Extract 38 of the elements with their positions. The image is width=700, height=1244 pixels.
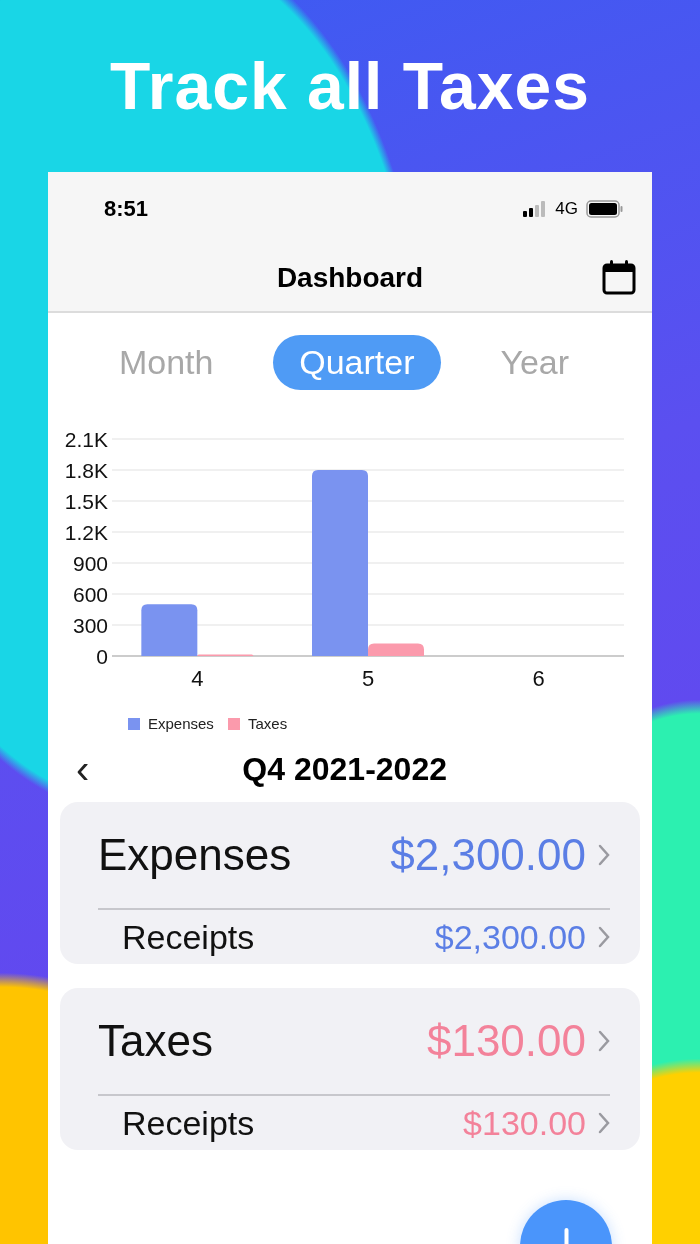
period-label: Q4 2021-2022: [241, 750, 448, 788]
axis-label: 4: [191, 666, 204, 691]
chevron-icon: [598, 925, 610, 949]
card-title: Expenses: [98, 830, 292, 880]
card-title: Taxes: [98, 1016, 213, 1066]
row-amount[interactable]: $2,300.00: [434, 917, 586, 957]
total-amount[interactable]: $2,300.00: [390, 830, 586, 880]
chevron-icon: [598, 1111, 610, 1135]
legend-label: Taxes: [248, 715, 288, 732]
legend-label: Expenses: [148, 715, 214, 732]
axis-label: 1.2K: [64, 521, 108, 544]
segment-tab[interactable]: Month: [92, 335, 240, 390]
network-label: 4G: [555, 198, 578, 219]
axis-label: 600: [72, 583, 108, 606]
axis-label: 1.8K: [64, 459, 108, 482]
headline: Track all Taxes: [110, 48, 590, 125]
row-label: Receipts: [122, 917, 255, 957]
nav-title: Dashboard: [276, 262, 424, 294]
status-time: 8:51: [104, 195, 149, 222]
calendar-icon[interactable]: [602, 259, 636, 295]
axis-label: 900: [72, 552, 108, 575]
battery-icon: [586, 199, 624, 218]
axis-label: 2.1K: [64, 428, 108, 451]
row-label: Receipts: [122, 1103, 255, 1143]
chevron-icon: [598, 843, 610, 867]
axis-label: 5: [361, 666, 375, 691]
back-button[interactable]: ‹: [68, 749, 98, 789]
total-amount[interactable]: $130.00: [426, 1016, 586, 1066]
axis-label: 300: [72, 614, 108, 637]
axis-label: 1.5K: [64, 490, 108, 513]
axis-label: 6: [532, 666, 545, 691]
segment-tab[interactable]: Quarter: [273, 335, 441, 390]
signal-icon: [523, 200, 548, 217]
row-amount[interactable]: $130.00: [463, 1103, 586, 1143]
segment-tab[interactable]: Year: [474, 335, 596, 390]
chevron-icon: [598, 1029, 610, 1053]
axis-label: 0: [96, 645, 108, 668]
plus-icon: [563, 1228, 569, 1244]
